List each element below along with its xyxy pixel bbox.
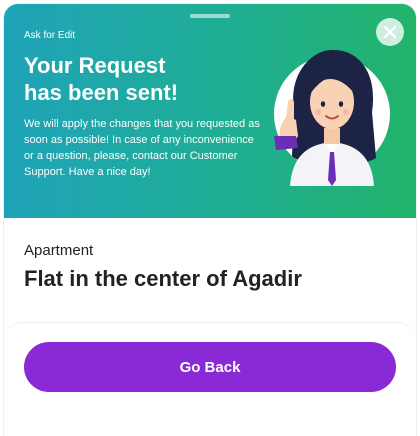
drag-handle[interactable] xyxy=(190,14,230,18)
confirmation-headline: Your Request has been sent! xyxy=(24,52,254,106)
headline-line-2: has been sent! xyxy=(24,80,179,105)
confirmation-banner: Ask for Edit Your Request has been sent!… xyxy=(4,4,416,218)
eyebrow-label: Ask for Edit xyxy=(24,30,76,41)
headline-line-1: Your Request xyxy=(24,53,166,78)
go-back-button[interactable]: Go Back xyxy=(24,342,396,392)
property-title: Flat in the center of Agadir xyxy=(24,266,302,291)
property-type: Apartment xyxy=(24,242,94,259)
support-agent-illustration xyxy=(274,49,390,186)
confirmation-message: We will apply the changes that you reque… xyxy=(24,118,260,178)
bottom-sheet: Ask for Edit Your Request has been sent!… xyxy=(4,4,416,436)
close-icon xyxy=(383,25,397,39)
